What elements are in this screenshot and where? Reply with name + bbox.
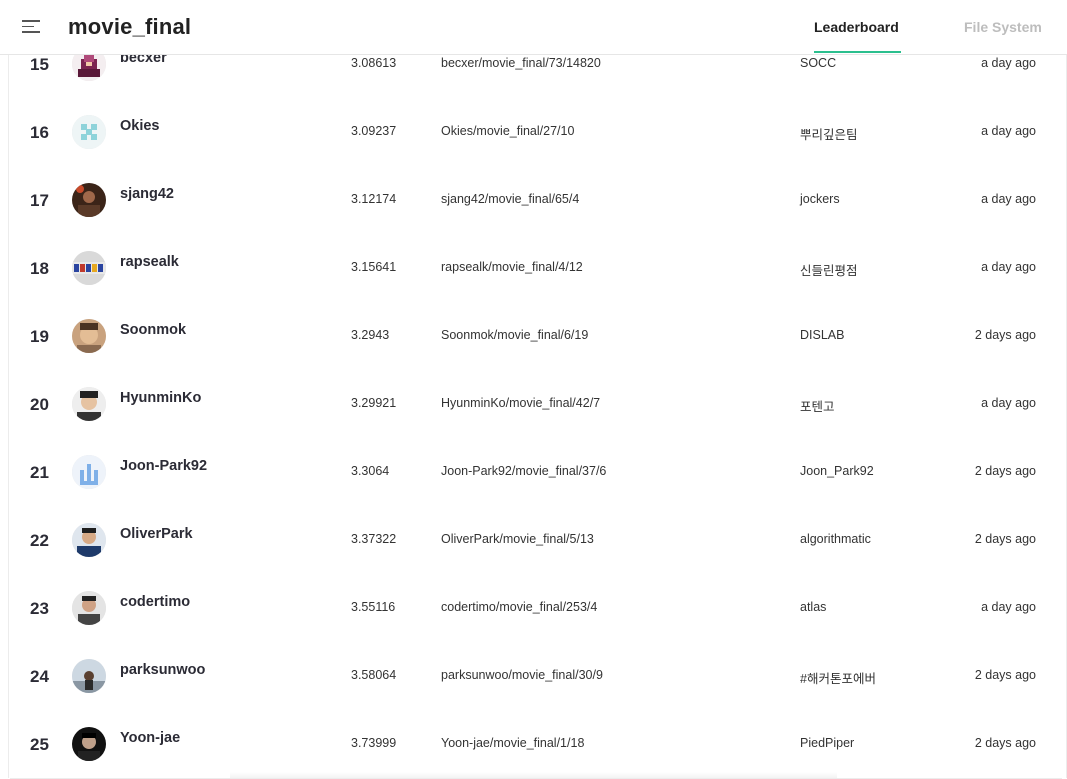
submitted-time: 2 days ago [974, 668, 1036, 682]
user-avatar[interactable] [72, 183, 106, 217]
submission-path[interactable]: parksunwoo/movie_final/30/9 [441, 668, 603, 682]
team-name: SOCC [800, 56, 837, 70]
tab-file-system[interactable]: File System [964, 19, 1042, 35]
rank-number: 17 [30, 191, 49, 210]
rank-number: 24 [30, 667, 49, 686]
submission-path[interactable]: sjang42/movie_final/65/4 [441, 192, 579, 206]
leaderboard-row[interactable]: 21 Joon-Park92 3.3064 Joon-Park92/movie_… [10, 438, 1062, 507]
top-header: movie_final Leaderboard File System [0, 0, 1067, 55]
username[interactable]: Joon-Park92 [120, 458, 207, 474]
leaderboard-row[interactable]: 20 HyunminKo 3.29921 HyunminKo/movie_fin… [10, 370, 1062, 439]
submitted-time: a day ago [981, 56, 1036, 70]
hamburger-menu-icon[interactable] [22, 20, 42, 34]
score: 3.55116 [351, 600, 396, 614]
score: 3.37322 [351, 532, 397, 546]
score: 3.09237 [351, 124, 397, 138]
team-name: PiedPiper [800, 736, 855, 750]
leaderboard-row[interactable]: 25 Yoon-jae 3.73999 Yoon-jae/movie_final… [10, 710, 1062, 779]
team-name: Joon_Park92 [800, 464, 874, 478]
username[interactable]: HyunminKo [120, 390, 201, 406]
submission-path[interactable]: codertimo/movie_final/253/4 [441, 600, 597, 614]
leaderboard-row[interactable]: 23 codertimo 3.55116 codertimo/movie_fin… [10, 574, 1062, 643]
user-avatar[interactable] [72, 455, 106, 489]
score: 3.73999 [351, 736, 397, 750]
submitted-time: 2 days ago [974, 328, 1036, 342]
rank-number: 22 [30, 531, 49, 550]
leaderboard-row[interactable]: 18 rapsealk 3.15641 rapsealk/movie_final… [10, 234, 1062, 303]
page-title: movie_final [68, 14, 192, 39]
score: 3.15641 [351, 260, 397, 274]
rank-number: 19 [30, 327, 49, 346]
submitted-time: a day ago [981, 260, 1036, 274]
user-avatar[interactable] [72, 319, 106, 353]
rank-number: 15 [30, 55, 49, 74]
score: 3.3064 [351, 464, 390, 478]
team-name: atlas [800, 600, 827, 614]
user-avatar[interactable] [72, 659, 106, 693]
team-name: algorithmatic [800, 532, 871, 546]
submitted-time: a day ago [981, 600, 1036, 614]
leaderboard-row[interactable]: 16 Okies 3.09237 Okies/movie_final/27/10… [10, 98, 1062, 167]
submission-path[interactable]: Yoon-jae/movie_final/1/18 [441, 736, 584, 750]
rank-number: 25 [30, 735, 49, 754]
submission-path[interactable]: becxer/movie_final/73/14820 [441, 56, 601, 70]
submitted-time: 2 days ago [974, 736, 1036, 750]
username[interactable]: OliverPark [120, 526, 193, 542]
rank-number: 18 [30, 259, 49, 278]
username[interactable]: codertimo [120, 594, 190, 610]
team-name: #해커톤포에버 [800, 672, 876, 686]
team-name: 뿌리깊은팀 [800, 128, 858, 142]
user-avatar[interactable] [72, 727, 106, 761]
leaderboard-row[interactable]: 24 parksunwoo 3.58064 parksunwoo/movie_f… [10, 642, 1062, 711]
score: 3.29921 [351, 396, 397, 410]
team-name: DISLAB [800, 328, 845, 342]
user-avatar[interactable] [72, 115, 106, 149]
leaderboard-row[interactable]: 19 Soonmok 3.2943 Soonmok/movie_final/6/… [10, 302, 1062, 371]
user-avatar[interactable] [72, 387, 106, 421]
user-avatar[interactable] [72, 591, 106, 625]
score: 3.12174 [351, 192, 397, 206]
team-name: jockers [800, 192, 840, 206]
score: 3.58064 [351, 668, 397, 682]
submitted-time: 2 days ago [974, 532, 1036, 546]
rank-number: 21 [30, 463, 49, 482]
username[interactable]: rapsealk [120, 254, 179, 270]
user-avatar[interactable] [72, 251, 106, 285]
user-avatar[interactable] [72, 523, 106, 557]
username[interactable]: sjang42 [120, 186, 174, 202]
submission-path[interactable]: rapsealk/movie_final/4/12 [441, 260, 583, 274]
submission-path[interactable]: Soonmok/movie_final/6/19 [441, 328, 588, 342]
leaderboard-row[interactable]: 17 sjang42 3.12174 sjang42/movie_final/6… [10, 166, 1062, 235]
submitted-time: a day ago [981, 124, 1036, 138]
submission-path[interactable]: HyunminKo/movie_final/42/7 [441, 396, 600, 410]
tab-leaderboard[interactable]: Leaderboard [814, 19, 899, 35]
rank-number: 20 [30, 395, 49, 414]
rank-number: 23 [30, 599, 49, 618]
username[interactable]: Okies [120, 118, 160, 134]
username[interactable]: parksunwoo [120, 662, 205, 678]
submitted-time: a day ago [981, 396, 1036, 410]
submission-path[interactable]: Okies/movie_final/27/10 [441, 124, 574, 138]
active-tab-indicator [814, 51, 901, 53]
score: 3.2943 [351, 328, 390, 342]
team-name: 신들린평점 [800, 264, 858, 278]
submission-path[interactable]: Joon-Park92/movie_final/37/6 [441, 464, 606, 478]
leaderboard-row[interactable]: 22 OliverPark 3.37322 OliverPark/movie_f… [10, 506, 1062, 575]
submitted-time: 2 days ago [974, 464, 1036, 478]
username[interactable]: Soonmok [120, 322, 186, 338]
bottom-shadow [230, 772, 837, 778]
submitted-time: a day ago [981, 192, 1036, 206]
score: 3.08613 [351, 56, 397, 70]
username[interactable]: Yoon-jae [120, 730, 180, 746]
team-name: 포텐고 [800, 400, 835, 414]
rank-number: 16 [30, 123, 49, 142]
submission-path[interactable]: OliverPark/movie_final/5/13 [441, 532, 594, 546]
